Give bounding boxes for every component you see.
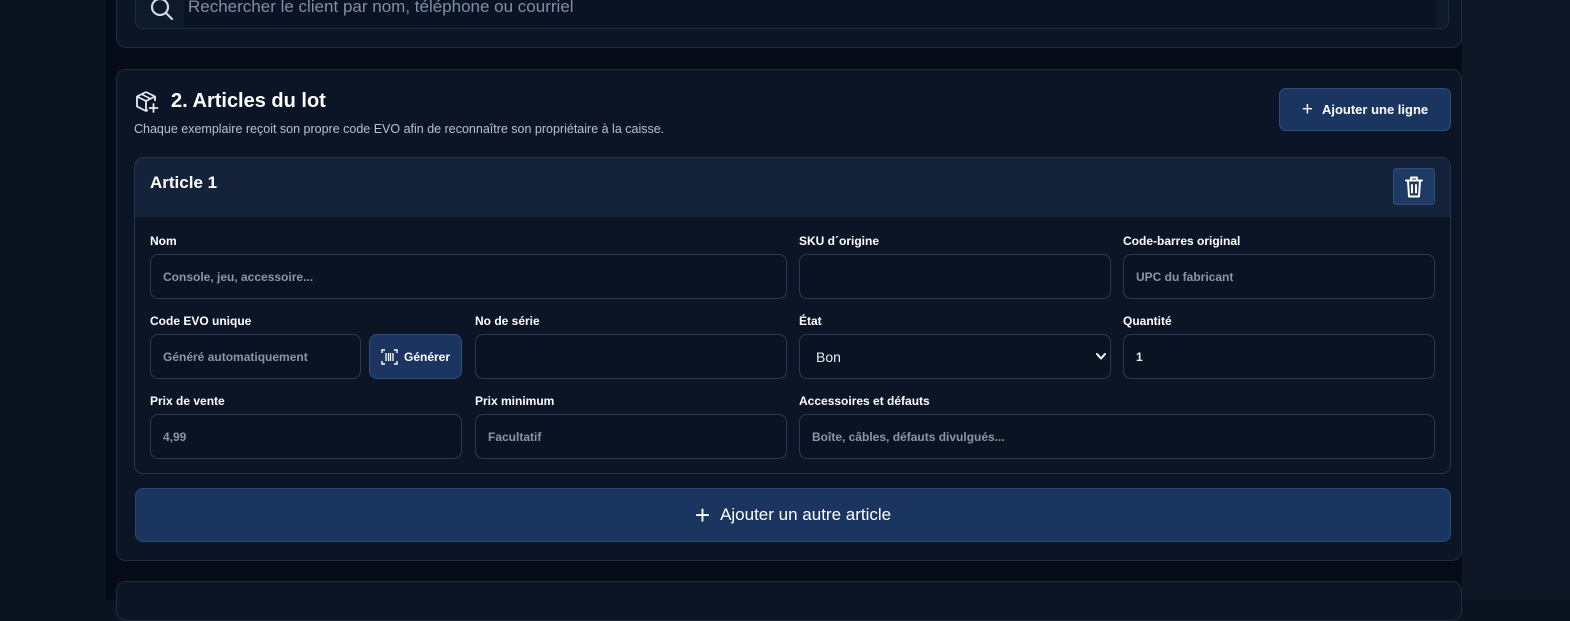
- plus-icon: +: [1301, 99, 1313, 120]
- trash-icon: [1405, 176, 1423, 197]
- barcode-scan-icon: [381, 348, 398, 365]
- client-search-input[interactable]: [188, 0, 1188, 20]
- accessoires-input[interactable]: [799, 414, 1435, 459]
- package-plus-icon: [136, 91, 159, 113]
- serial-label: No de série: [475, 314, 540, 328]
- section-description: Chaque exemplaire reçoit son propre code…: [134, 122, 665, 136]
- prix-min-label: Prix minimum: [475, 394, 555, 408]
- prix-vente-input[interactable]: [150, 414, 462, 459]
- add-line-label: Ajouter une ligne: [1321, 102, 1429, 117]
- sku-label: SKU d´origine: [799, 234, 879, 248]
- generate-code-button[interactable]: Générer: [369, 334, 462, 379]
- section-title: 2. Articles du lot: [171, 90, 326, 112]
- page-gutter: [1462, 0, 1570, 600]
- nom-label: Nom: [150, 234, 177, 248]
- barcode-label: Code-barres original: [1123, 234, 1241, 248]
- nom-input[interactable]: [150, 254, 787, 299]
- prix-min-input[interactable]: [475, 414, 787, 459]
- serial-input[interactable]: [475, 334, 787, 379]
- quantite-label: Quantité: [1123, 314, 1172, 328]
- add-article-button[interactable]: + Ajouter un autre article: [135, 488, 1451, 542]
- evo-code-label: Code EVO unique: [150, 314, 252, 328]
- article-title: Article 1: [150, 173, 218, 192]
- etat-select[interactable]: Bon: [799, 334, 1111, 379]
- add-line-button[interactable]: + Ajouter une ligne: [1279, 88, 1451, 131]
- evo-code-input[interactable]: [150, 334, 361, 379]
- accessoires-label: Accessoires et défauts: [799, 394, 930, 408]
- add-article-label: Ajouter un autre article: [720, 505, 892, 524]
- search-icon: [150, 0, 174, 21]
- article-header: [135, 158, 1450, 217]
- delete-article-button[interactable]: [1393, 168, 1435, 205]
- barcode-input[interactable]: [1123, 254, 1435, 299]
- sku-input[interactable]: [799, 254, 1111, 299]
- etat-label: État: [799, 314, 822, 328]
- quantite-input[interactable]: [1123, 334, 1435, 379]
- plus-icon: +: [694, 500, 711, 530]
- generate-label: Générer: [403, 349, 451, 364]
- next-section-card: [116, 581, 1462, 621]
- prix-vente-label: Prix de vente: [150, 394, 225, 408]
